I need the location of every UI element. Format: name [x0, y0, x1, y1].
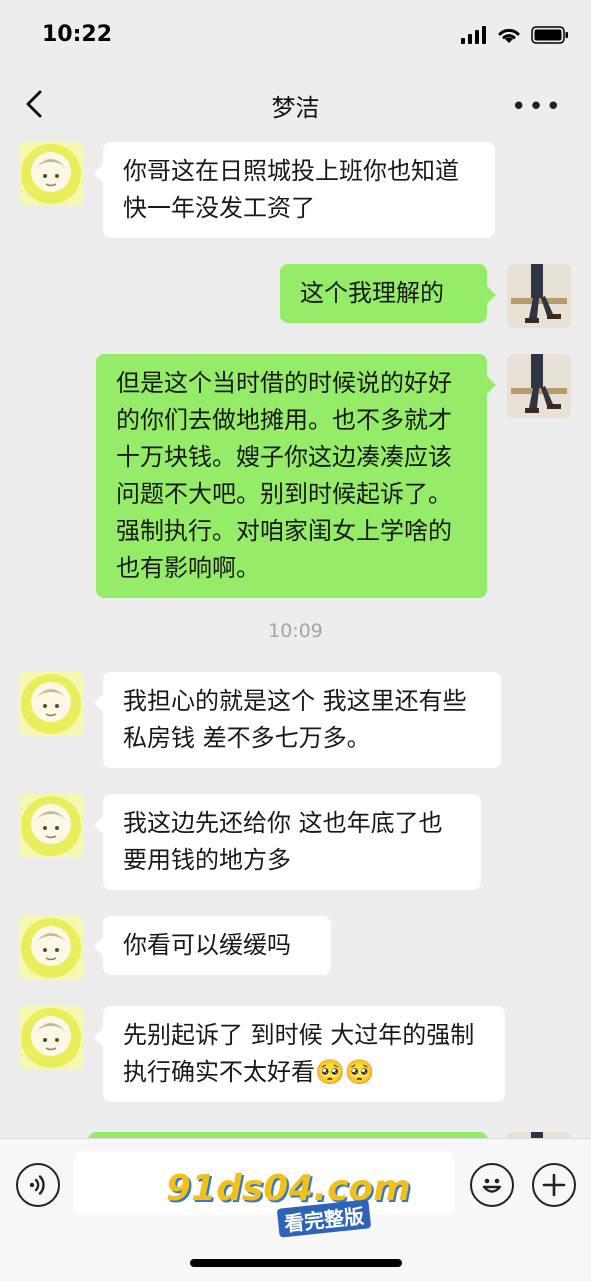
message-bubble[interactable]: 先别起诉了 到时候 大过年的强制执行确实不太好看🥺🥺 [94, 1006, 505, 1102]
contact-avatar[interactable] [19, 794, 83, 858]
message-bubble[interactable]: 你哥这在日照城投上班你也知道 快一年没发工资了 [94, 142, 495, 238]
avatar-icon [21, 674, 81, 734]
status-time: 10:22 [42, 22, 113, 47]
wifi-icon [498, 28, 520, 43]
battery-icon [531, 26, 568, 44]
message-bubble[interactable]: 这个我理解的 [280, 264, 496, 323]
message-text: 这个我理解的 [300, 279, 444, 307]
avatar-photo-icon [507, 264, 571, 328]
my-avatar[interactable] [507, 264, 571, 328]
home-indicator [190, 1259, 402, 1267]
contact-avatar[interactable] [19, 672, 83, 736]
chat-title: 梦洁 [271, 94, 320, 122]
message-text: 但是这个当时借的时候说的好好的你们去做地摊用。也不多就才十万块钱。嫂子你这边凑凑… [116, 369, 452, 582]
signal-icon [461, 26, 486, 44]
contact-avatar[interactable] [19, 1006, 83, 1070]
voice-icon[interactable] [16, 1163, 60, 1207]
message-text: 我这边先还给你 这也年底了也要用钱的地方多 [123, 809, 443, 874]
avatar-icon [21, 918, 81, 978]
avatar-icon [21, 1008, 81, 1068]
message-timestamp: 10:09 [268, 620, 323, 642]
avatar-icon [21, 796, 81, 856]
emoji-icon[interactable] [470, 1163, 514, 1207]
message-bubble[interactable]: 我这边先还给你 这也年底了也要用钱的地方多 [94, 794, 481, 890]
message-text: 我担心的就是这个 我这里还有些私房钱 差不多七万多。 [123, 687, 467, 752]
plus-icon[interactable] [532, 1163, 576, 1207]
message-text: 你看可以缓缓吗 [123, 931, 291, 959]
watermark-text: 91ds04.com [166, 1168, 411, 1209]
avatar-photo-icon [507, 354, 571, 418]
message-bubble[interactable]: 但是这个当时借的时候说的好好的你们去做地摊用。也不多就才十万块钱。嫂子你这边凑凑… [96, 354, 496, 598]
chat-header: 梦洁 ••• [0, 72, 591, 138]
message-text: 先别起诉了 到时候 大过年的强制执行确实不太好看🥺🥺 [123, 1021, 475, 1086]
contact-avatar[interactable] [19, 916, 83, 980]
message-text: 你哥这在日照城投上班你也知道 快一年没发工资了 [123, 157, 459, 222]
contact-avatar[interactable] [19, 142, 83, 206]
my-avatar[interactable] [507, 354, 571, 418]
status-bar: 10:22 [0, 0, 591, 72]
status-icons [461, 26, 569, 44]
avatar-icon [21, 144, 81, 204]
message-list[interactable]: 你哥这在日照城投上班你也知道 快一年没发工资了 这个我理解的 但是这个当时借的时… [0, 138, 591, 1138]
message-bubble[interactable]: 我担心的就是这个 我这里还有些私房钱 差不多七万多。 [94, 672, 501, 768]
message-bubble[interactable]: 你看可以缓缓吗 [94, 916, 331, 975]
more-icon[interactable]: ••• [511, 92, 563, 122]
